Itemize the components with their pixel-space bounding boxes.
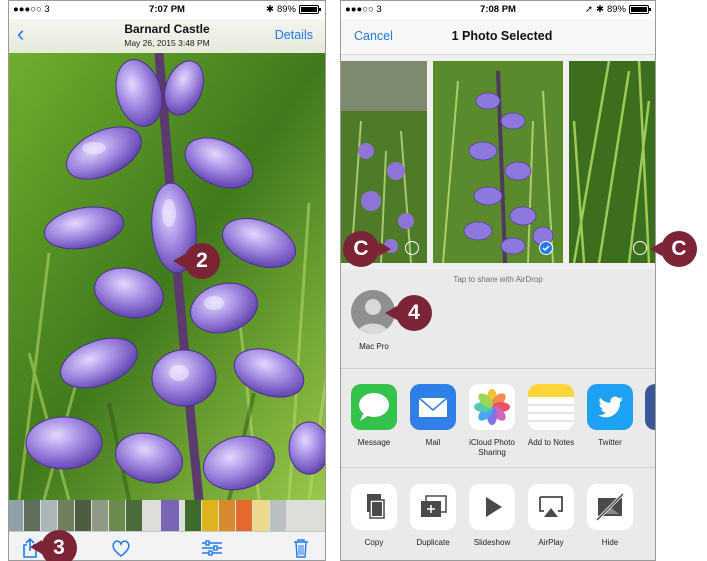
- unselected-circle-icon[interactable]: [633, 241, 647, 255]
- callout-step-4: 4: [396, 295, 432, 331]
- photo-viewer-screen: ●●●○○ 3 7:07 PM ✱ 89% ‹ Barnard Castle M…: [8, 0, 326, 561]
- action-copy[interactable]: Copy: [344, 484, 404, 548]
- duplicate-icon: [410, 484, 456, 530]
- selection-title: 1 Photo Selected: [451, 29, 553, 43]
- callout-step-2: 2: [184, 243, 220, 279]
- callout-pointer: [379, 242, 391, 256]
- battery-percent: 89%: [276, 4, 296, 15]
- action-hide[interactable]: Hide: [580, 484, 640, 548]
- airplay-icon: [528, 484, 574, 530]
- hide-icon: [587, 484, 633, 530]
- play-icon: [469, 484, 515, 530]
- mail-icon: [410, 384, 456, 430]
- notes-icon: [528, 384, 574, 430]
- unselected-circle-icon[interactable]: [405, 241, 419, 255]
- callout-step-c-right: C: [661, 231, 697, 267]
- details-button[interactable]: Details: [275, 28, 313, 42]
- share-nav-bar: Cancel 1 Photo Selected: [341, 19, 655, 55]
- messages-icon: [351, 384, 397, 430]
- partial-app-icon: [645, 384, 655, 430]
- status-bar: ●●●○○ 3 7:07 PM ✱ 89%: [9, 1, 325, 19]
- status-bar: ●●●○○ 3 7:08 PM ➚ ✱ 89%: [341, 1, 655, 19]
- photo-nav-bar: ‹ Barnard Castle May 26, 2015 3:48 PM De…: [9, 19, 325, 53]
- photo-selector-row: [341, 55, 655, 269]
- copy-icon: [351, 484, 397, 530]
- share-sheet-screen: ●●●○○ 3 7:08 PM ➚ ✱ 89% Cancel 1 Photo S…: [340, 0, 656, 561]
- share-more-app-partial[interactable]: [645, 384, 655, 430]
- photos-icon: [469, 384, 515, 430]
- share-icloud-photo-sharing[interactable]: iCloud Photo Sharing: [462, 384, 522, 458]
- share-add-to-notes[interactable]: Add to Notes: [521, 384, 581, 448]
- share-app-label: Message: [357, 438, 391, 447]
- share-app-label: iCloud Photo Sharing: [469, 438, 515, 457]
- share-twitter[interactable]: Twitter: [580, 384, 640, 448]
- selected-check-icon[interactable]: [539, 241, 553, 255]
- airdrop-device-label: Mac Pro: [359, 342, 389, 351]
- share-message[interactable]: Message: [344, 384, 404, 448]
- action-label: Slideshow: [473, 538, 511, 547]
- share-mail[interactable]: Mail: [403, 384, 463, 448]
- share-app-label: Mail: [425, 438, 441, 447]
- location-arrow-icon: ➚: [585, 4, 594, 15]
- heart-icon[interactable]: [111, 540, 131, 560]
- battery-icon: [299, 5, 321, 14]
- callout-step-c-left: C: [343, 231, 379, 267]
- share-app-label: Add to Notes: [527, 438, 575, 447]
- bluebell-photo[interactable]: [9, 53, 325, 500]
- action-duplicate[interactable]: Duplicate: [403, 484, 463, 548]
- bluetooth-icon: ✱: [266, 4, 274, 15]
- bluetooth-icon: ✱: [596, 4, 604, 15]
- callout-step-3: 3: [41, 530, 77, 561]
- action-label: Copy: [364, 538, 384, 547]
- screenshot-page: ●●●○○ 3 7:07 PM ✱ 89% ‹ Barnard Castle M…: [0, 0, 707, 561]
- action-slideshow[interactable]: Slideshow: [462, 484, 522, 548]
- action-label: Duplicate: [416, 538, 450, 547]
- action-label: Hide: [601, 538, 619, 547]
- share-apps-row: Message Mail iCloud Photo Sharing Add to…: [341, 369, 655, 468]
- trash-icon[interactable]: [293, 538, 309, 560]
- battery-icon: [629, 5, 651, 14]
- photo-thumbnail-selected[interactable]: [433, 61, 563, 263]
- photo-filmstrip[interactable]: [9, 500, 325, 531]
- photo-thumbnail[interactable]: [569, 61, 655, 263]
- action-label: AirPlay: [538, 538, 564, 547]
- share-app-label: Twitter: [598, 438, 622, 447]
- twitter-icon: [587, 384, 633, 430]
- filmstrip-thumbnails: [9, 500, 325, 531]
- bluebell-photo-art: [9, 53, 325, 500]
- action-airplay[interactable]: AirPlay: [521, 484, 581, 548]
- battery-percent: 89%: [606, 4, 626, 15]
- share-actions-row: Copy Duplicate Slideshow AirPlay Hide: [341, 468, 655, 560]
- airdrop-hint: Tap to share with AirDrop: [453, 275, 543, 284]
- adjust-sliders-icon[interactable]: [201, 540, 223, 560]
